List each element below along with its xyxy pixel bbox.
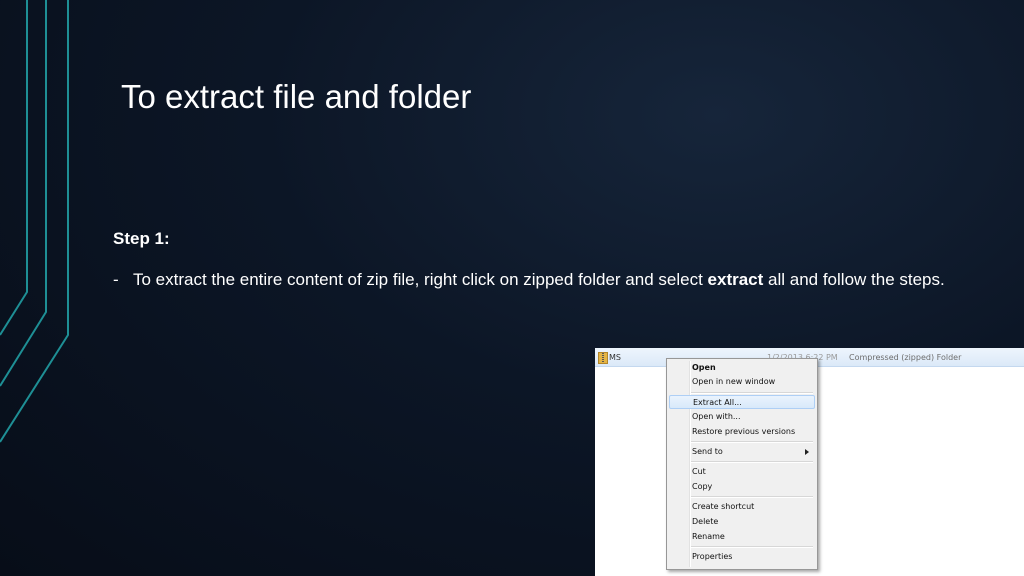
menu-item-restore-previous-versions[interactable]: Restore previous versions	[669, 425, 815, 439]
step-heading: Step 1:	[113, 229, 170, 248]
menu-item-send-to[interactable]: Send to	[669, 445, 815, 459]
menu-item-extract-all[interactable]: Extract All...	[669, 395, 815, 409]
decorative-accent-lines	[0, 0, 69, 443]
submenu-arrow-icon	[805, 449, 809, 455]
menu-item-label: Restore previous versions	[692, 427, 796, 436]
menu-item-create-shortcut[interactable]: Create shortcut	[669, 500, 815, 514]
menu-separator	[691, 461, 813, 463]
instruction-text-start: To extract the entire content of zip fil…	[133, 270, 708, 289]
menu-item-delete[interactable]: Delete	[669, 515, 815, 529]
menu-separator	[691, 546, 813, 548]
menu-item-label: Extract All...	[693, 398, 742, 407]
bullet-dash: -	[113, 270, 119, 289]
instruction-text-bold: extract	[707, 270, 764, 289]
menu-item-rename[interactable]: Rename	[669, 530, 815, 544]
menu-item-properties[interactable]: Properties	[669, 550, 815, 564]
menu-separator	[691, 441, 813, 443]
menu-separator	[691, 496, 813, 498]
menu-item-label: Open with...	[692, 412, 741, 421]
menu-item-label: Delete	[692, 517, 719, 526]
zip-folder-icon	[598, 352, 608, 364]
slide-title: To extract file and folder	[121, 78, 472, 115]
menu-item-cut[interactable]: Cut	[669, 465, 815, 479]
menu-item-copy[interactable]: Copy	[669, 480, 815, 494]
instruction-text-end: all and follow the steps.	[763, 270, 945, 289]
step-instruction: - To extract the entire content of zip fi…	[113, 268, 973, 291]
menu-item-label: Open	[692, 363, 716, 372]
menu-item-label: Send to	[692, 447, 723, 456]
menu-item-label: Copy	[692, 482, 713, 491]
file-type: Compressed (zipped) Folder	[849, 353, 962, 362]
menu-item-open[interactable]: Open	[669, 361, 815, 375]
menu-item-label: Open in new window	[692, 377, 776, 386]
menu-separator	[691, 392, 813, 394]
file-name: MS	[609, 353, 621, 362]
explorer-screenshot: MS 1/2/2013 6:22 PM Compressed (zipped) …	[595, 348, 1024, 576]
menu-item-open-new-window[interactable]: Open in new window	[669, 375, 815, 389]
menu-item-open-with[interactable]: Open with...	[669, 410, 815, 424]
menu-item-label: Properties	[692, 552, 733, 561]
menu-item-label: Cut	[692, 467, 706, 476]
menu-item-label: Rename	[692, 532, 725, 541]
context-menu: Open Open in new window Extract All... O…	[666, 358, 818, 570]
menu-item-label: Create shortcut	[692, 502, 755, 511]
